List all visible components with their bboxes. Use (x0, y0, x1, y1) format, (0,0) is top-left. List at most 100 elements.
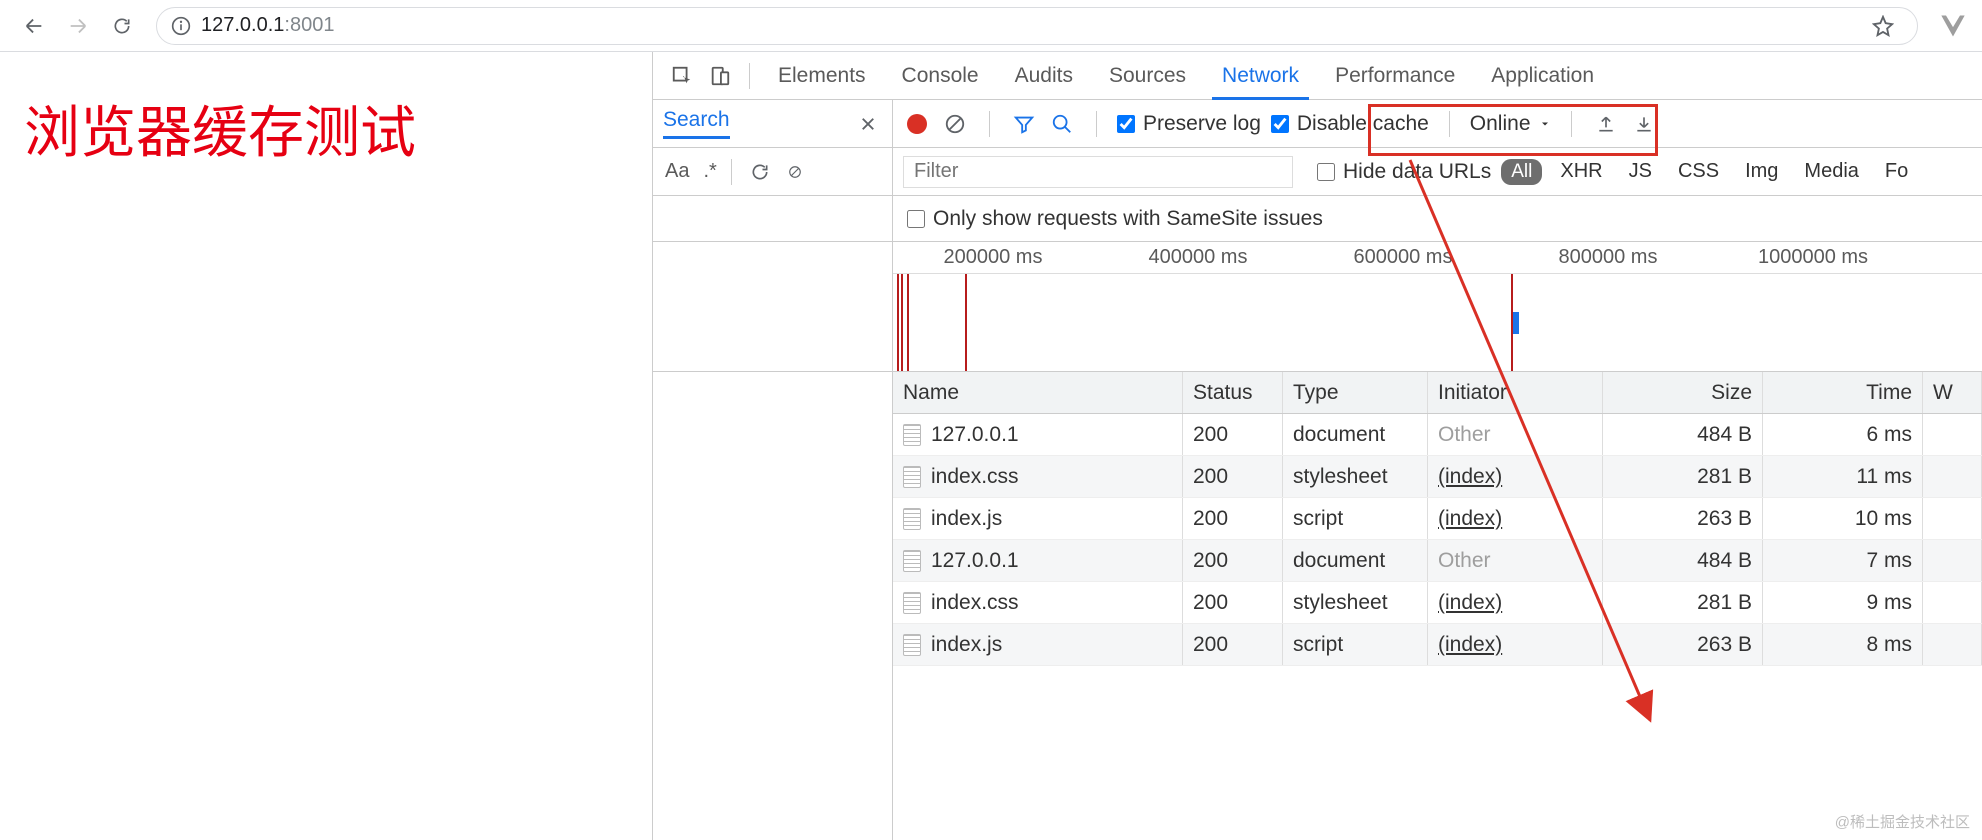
tab-network[interactable]: Network (1204, 52, 1317, 99)
request-name: 127.0.0.1 (931, 423, 1019, 447)
browser-toolbar: 127.0.0.1:8001 (0, 0, 1982, 52)
table-row[interactable]: index.css200stylesheet(index)281 B11 ms (893, 456, 1982, 498)
table-row[interactable]: 127.0.0.1200documentOther484 B6 ms (893, 414, 1982, 456)
table-row[interactable]: index.js200script(index)263 B10 ms (893, 498, 1982, 540)
table-row[interactable]: 127.0.0.1200documentOther484 B7 ms (893, 540, 1982, 582)
clear-button[interactable] (941, 110, 969, 138)
samesite-label: Only show requests with SameSite issues (933, 207, 1323, 231)
record-button[interactable] (903, 110, 931, 138)
divider (1096, 111, 1097, 137)
col-initiator[interactable]: Initiator (1428, 372, 1603, 413)
search-toggle-button[interactable] (1048, 110, 1076, 138)
divider (1571, 111, 1572, 137)
close-search-button[interactable] (854, 110, 882, 138)
tab-console[interactable]: Console (884, 52, 997, 99)
chevron-down-icon (1539, 118, 1551, 130)
request-initiator: Other (1438, 423, 1491, 447)
refresh-search-button[interactable] (746, 158, 774, 186)
request-initiator[interactable]: (index) (1438, 507, 1502, 531)
filter-type-css[interactable]: CSS (1670, 160, 1727, 183)
clear-search-button[interactable] (788, 158, 802, 186)
url-port: :8001 (284, 14, 334, 36)
hide-data-urls-label: Hide data URLs (1343, 160, 1491, 184)
disable-cache-label: Disable cache (1297, 112, 1429, 136)
bookmark-button[interactable] (1863, 6, 1903, 46)
request-waterfall (1923, 582, 1982, 623)
request-name: 127.0.0.1 (931, 549, 1019, 573)
request-name: index.js (931, 633, 1002, 657)
tab-sources[interactable]: Sources (1091, 52, 1204, 99)
regex-button[interactable]: .* (703, 160, 716, 183)
request-type: script (1283, 624, 1428, 665)
table-row[interactable]: index.js200script(index)263 B8 ms (893, 624, 1982, 666)
tab-application[interactable]: Application (1473, 52, 1612, 99)
devtools-tabs: ElementsConsoleAuditsSourcesNetworkPerfo… (653, 52, 1982, 100)
request-status: 200 (1183, 540, 1283, 581)
upload-har-button[interactable] (1592, 110, 1620, 138)
url-host: 127.0.0.1 (201, 14, 284, 36)
request-status: 200 (1183, 414, 1283, 455)
col-name[interactable]: Name (893, 372, 1183, 413)
search-options: Aa .* (653, 148, 893, 195)
request-type: stylesheet (1283, 582, 1428, 623)
filter-type-img[interactable]: Img (1737, 160, 1786, 183)
request-waterfall (1923, 624, 1982, 665)
address-bar[interactable]: 127.0.0.1:8001 (156, 7, 1918, 45)
filter-type-all[interactable]: All (1501, 159, 1542, 185)
disable-cache-checkbox[interactable]: Disable cache (1271, 112, 1429, 136)
request-waterfall (1923, 540, 1982, 581)
match-case-button[interactable]: Aa (665, 160, 689, 183)
tab-elements[interactable]: Elements (760, 52, 884, 99)
preserve-log-checkbox[interactable]: Preserve log (1117, 112, 1261, 136)
funnel-icon (1013, 113, 1035, 135)
reload-icon (750, 162, 770, 182)
forward-button[interactable] (58, 6, 98, 46)
file-icon (903, 634, 921, 656)
reload-button[interactable] (102, 6, 142, 46)
filter-toggle-button[interactable] (1010, 110, 1038, 138)
col-waterfall[interactable]: W (1923, 372, 1982, 413)
col-time[interactable]: Time (1763, 372, 1923, 413)
col-size[interactable]: Size (1603, 372, 1763, 413)
col-status[interactable]: Status (1183, 372, 1283, 413)
preserve-log-label: Preserve log (1143, 112, 1261, 136)
request-status: 200 (1183, 582, 1283, 623)
file-icon (903, 466, 921, 488)
tab-performance[interactable]: Performance (1317, 52, 1473, 99)
inspect-element-button[interactable] (663, 57, 701, 95)
timeline: 200000 ms400000 ms600000 ms800000 ms1000… (653, 242, 1982, 372)
filter-type-fo[interactable]: Fo (1877, 160, 1916, 183)
request-type: stylesheet (1283, 456, 1428, 497)
download-har-button[interactable] (1630, 110, 1658, 138)
throttling-select[interactable]: Online (1470, 112, 1551, 136)
info-icon (171, 16, 191, 36)
device-toolbar-button[interactable] (701, 57, 739, 95)
hide-data-urls-checkbox[interactable]: Hide data URLs (1317, 160, 1491, 184)
request-name: index.js (931, 507, 1002, 531)
filter-type-media[interactable]: Media (1796, 160, 1866, 183)
request-waterfall (1923, 456, 1982, 497)
request-size: 263 B (1603, 498, 1763, 539)
request-type: document (1283, 540, 1428, 581)
request-initiator[interactable]: (index) (1438, 591, 1502, 615)
request-time: 7 ms (1763, 540, 1923, 581)
timeline-tick: 200000 ms (944, 246, 1043, 269)
close-icon (859, 115, 877, 133)
vue-extension-icon[interactable] (1938, 11, 1968, 41)
tab-audits[interactable]: Audits (997, 52, 1091, 99)
timeline-chart[interactable]: 200000 ms400000 ms600000 ms800000 ms1000… (893, 242, 1982, 371)
filter-type-xhr[interactable]: XHR (1552, 160, 1610, 183)
download-icon (1634, 114, 1654, 134)
network-toolbar: Search Preserve log Disable (653, 100, 1982, 148)
request-time: 8 ms (1763, 624, 1923, 665)
table-row[interactable]: index.css200stylesheet(index)281 B9 ms (893, 582, 1982, 624)
filter-input[interactable] (903, 156, 1293, 188)
request-initiator[interactable]: (index) (1438, 633, 1502, 657)
samesite-checkbox[interactable]: Only show requests with SameSite issues (907, 207, 1323, 231)
col-type[interactable]: Type (1283, 372, 1428, 413)
search-tab[interactable]: Search (663, 108, 730, 139)
back-button[interactable] (14, 6, 54, 46)
timeline-tick: 1000000 ms (1758, 246, 1868, 269)
request-initiator[interactable]: (index) (1438, 465, 1502, 489)
filter-type-js[interactable]: JS (1621, 160, 1660, 183)
